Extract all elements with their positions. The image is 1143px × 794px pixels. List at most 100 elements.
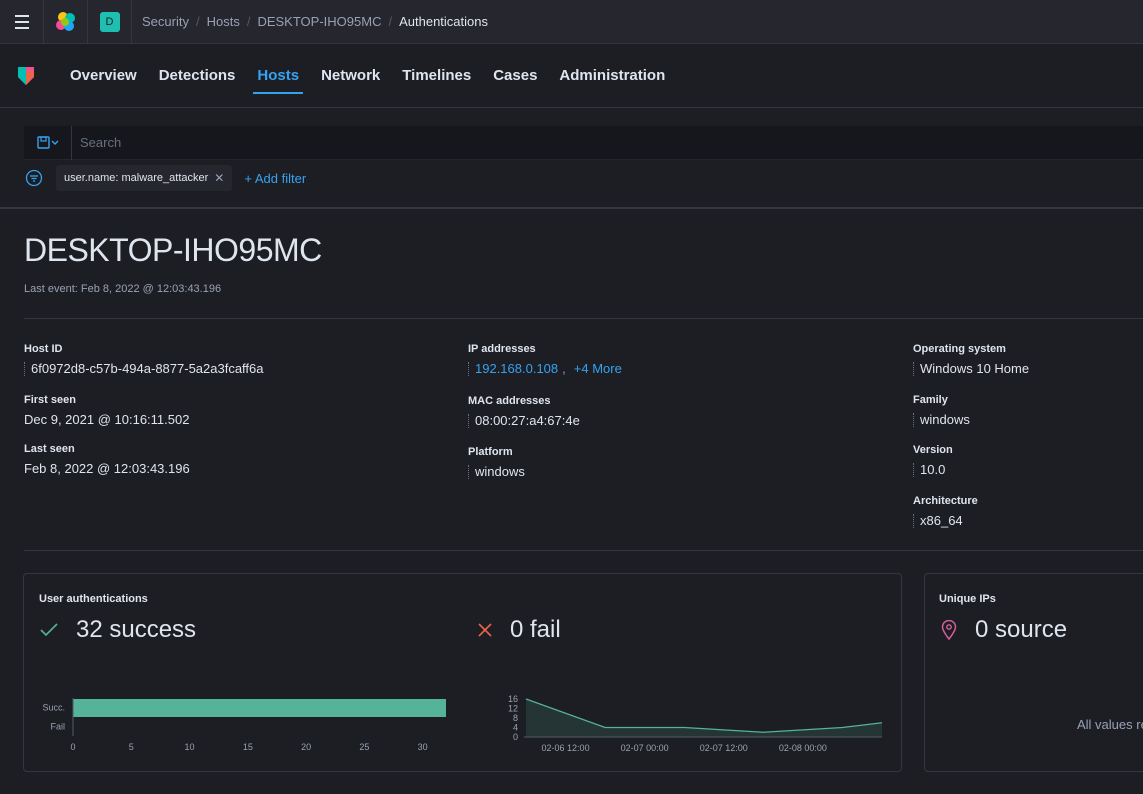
tab-administration[interactable]: Administration xyxy=(559,44,665,108)
elastic-logo[interactable] xyxy=(44,0,88,44)
mac-addresses-value[interactable]: 08:00:27:a4:67:4e xyxy=(468,413,580,428)
y-tick-label: 4 xyxy=(513,723,518,733)
panel-title: Unique IPs xyxy=(939,593,996,605)
search-input[interactable] xyxy=(72,125,672,160)
hamburger-icon xyxy=(14,13,29,31)
host-id-text: 6f0972d8-c57b-494a-8877-5a2a3fcaff6a xyxy=(31,361,264,376)
tab-overview[interactable]: Overview xyxy=(70,44,137,108)
first-seen-field: First seen Dec 9, 2021 @ 10:16:11.502 xyxy=(24,394,189,427)
filter-icon xyxy=(25,169,43,187)
tab-cases[interactable]: Cases xyxy=(493,44,537,108)
breadcrumb-security[interactable]: Security xyxy=(142,14,189,29)
last-seen-value: Feb 8, 2022 @ 12:03:43.196 xyxy=(24,461,190,476)
family-value[interactable]: windows xyxy=(913,412,970,427)
query-bar xyxy=(24,125,1143,160)
space-selector[interactable]: D xyxy=(88,0,132,44)
drag-handle-icon[interactable] xyxy=(913,361,915,376)
version-field: Version 10.0 xyxy=(913,444,953,477)
last-seen-field: Last seen Feb 8, 2022 @ 12:03:43.196 xyxy=(24,443,190,476)
ip-address-link[interactable]: 192.168.0.108 xyxy=(475,361,558,376)
divider xyxy=(24,318,1143,319)
filter-pill-label: user.name: malware_attacker xyxy=(64,172,209,184)
tab-network[interactable]: Network xyxy=(321,44,380,108)
platform-value[interactable]: windows xyxy=(468,464,525,479)
breadcrumb-separator: / xyxy=(195,14,200,29)
x-tick-label: 0 xyxy=(70,742,75,752)
more-ips-link[interactable]: +4 More xyxy=(574,361,622,376)
filter-pill[interactable]: user.name: malware_attacker ✕ xyxy=(56,165,233,191)
add-filter-button[interactable]: + Add filter xyxy=(244,171,306,186)
separator-comma: , xyxy=(562,361,566,376)
x-tick-label: 30 xyxy=(418,742,428,752)
breadcrumb-host[interactable]: DESKTOP-IHO95MC xyxy=(257,14,381,29)
host-id-field: Host ID 6f0972d8-c57b-494a-8877-5a2a3fca… xyxy=(24,343,264,376)
tab-timelines[interactable]: Timelines xyxy=(402,44,471,108)
drag-handle-icon[interactable] xyxy=(468,361,470,376)
os-value[interactable]: Windows 10 Home xyxy=(913,361,1029,376)
close-icon[interactable]: ✕ xyxy=(214,171,224,185)
menu-button[interactable] xyxy=(0,0,44,44)
version-text: 10.0 xyxy=(920,462,946,477)
os-field: Operating system Windows 10 Home xyxy=(913,343,1029,376)
family-label: Family xyxy=(913,394,948,406)
filter-menu-button[interactable] xyxy=(24,168,44,188)
version-value[interactable]: 10.0 xyxy=(913,462,953,477)
security-logo-icon xyxy=(18,66,34,85)
drag-handle-icon[interactable] xyxy=(913,513,915,528)
first-seen-value: Dec 9, 2021 @ 10:16:11.502 xyxy=(24,412,190,427)
host-id-value[interactable]: 6f0972d8-c57b-494a-8877-5a2a3fcaff6a xyxy=(24,361,264,376)
success-count: 32 success xyxy=(76,616,197,643)
x-tick-label: 02-07 12:00 xyxy=(700,743,748,753)
ip-addresses-label: IP addresses xyxy=(468,343,536,355)
architecture-field: Architecture x86_64 xyxy=(913,495,978,528)
auth-bar-chart: Succ. Fail 0 5 10 15 20 25 30 xyxy=(42,698,446,752)
bar xyxy=(73,699,446,717)
breadcrumb-hosts[interactable]: Hosts xyxy=(207,14,240,29)
ip-addresses-field: IP addresses 192.168.0.108 , +4 More xyxy=(468,343,622,376)
mac-addresses-label: MAC addresses xyxy=(468,395,551,407)
user-authentications-panel: User authentications 32 success 0 fail S… xyxy=(23,573,902,772)
filter-bar: user.name: malware_attacker ✕ + Add filt… xyxy=(24,165,306,191)
last-seen-label: Last seen xyxy=(24,443,75,455)
os-label: Operating system xyxy=(913,343,1006,355)
ip-addresses-value: 192.168.0.108 , +4 More xyxy=(468,361,622,376)
version-label: Version xyxy=(913,444,953,456)
drag-handle-icon[interactable] xyxy=(468,464,470,479)
saved-query-button[interactable] xyxy=(24,125,72,160)
drag-handle-icon[interactable] xyxy=(24,361,26,376)
host-id-label: Host ID xyxy=(24,343,63,355)
fail-stat: 0 fail xyxy=(478,616,561,644)
space-avatar: D xyxy=(99,11,120,32)
mac-addresses-field: MAC addresses 08:00:27:a4:67:4e xyxy=(468,395,580,428)
auth-area-chart: 0481216 02-06 12:00 02-07 00:00 02-07 12:00… xyxy=(508,694,883,753)
top-header: D Security / Hosts / DESKTOP-IHO95MC / A… xyxy=(0,0,1143,44)
architecture-label: Architecture xyxy=(913,495,978,507)
panel-title: User authentications xyxy=(39,593,148,605)
x-tick-label: 25 xyxy=(359,742,369,752)
drag-handle-icon[interactable] xyxy=(913,462,915,477)
y-tick-label: 12 xyxy=(508,704,518,714)
breadcrumb-current: Authentications xyxy=(399,14,488,29)
drag-handle-icon[interactable] xyxy=(468,413,470,428)
security-nav: Overview Detections Hosts Network Timeli… xyxy=(0,44,1143,108)
mac-text: 08:00:27:a4:67:4e xyxy=(475,413,580,428)
tab-hosts[interactable]: Hosts xyxy=(253,44,303,108)
tab-detections[interactable]: Detections xyxy=(159,44,236,108)
source-stat: 0 source xyxy=(941,616,1067,644)
divider xyxy=(0,207,1143,209)
last-event-text: Last event: Feb 8, 2022 @ 12:03:43.196 xyxy=(24,283,222,295)
x-tick-label: 02-08 00:00 xyxy=(779,743,827,753)
y-tick-label: 0 xyxy=(513,732,518,742)
security-app-logo[interactable] xyxy=(0,65,70,87)
y-tick-label: 16 xyxy=(508,694,518,704)
x-tick-label: 02-06 12:00 xyxy=(542,743,590,753)
bar-category-label: Succ. xyxy=(42,703,65,713)
y-tick-label: 8 xyxy=(513,713,518,723)
source-count: 0 source xyxy=(975,616,1068,643)
unique-ips-panel: Unique IPs 0 source All values re xyxy=(924,573,1143,772)
architecture-value[interactable]: x86_64 xyxy=(913,513,978,528)
drag-handle-icon[interactable] xyxy=(913,412,915,427)
breadcrumb: Security / Hosts / DESKTOP-IHO95MC / Aut… xyxy=(132,14,488,29)
cross-icon xyxy=(478,623,492,637)
divider xyxy=(24,550,1143,551)
